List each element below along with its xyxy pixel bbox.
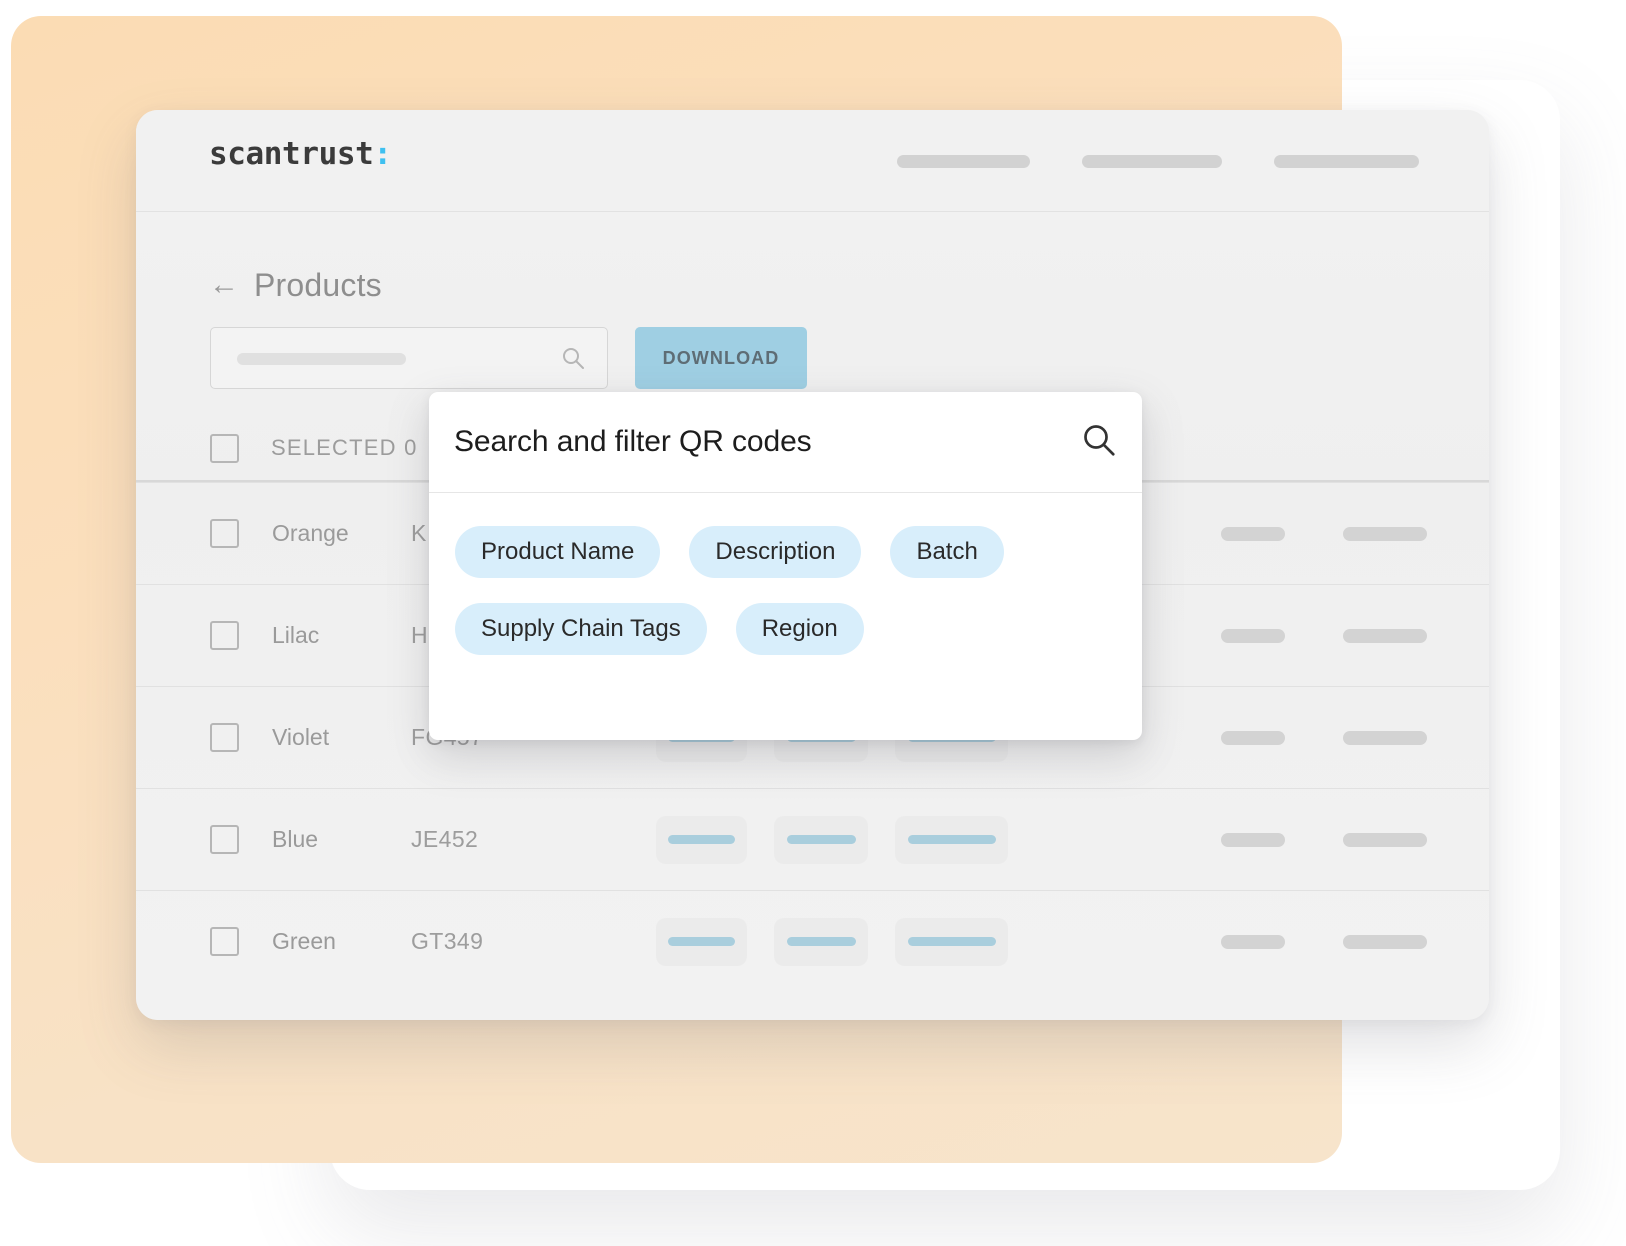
dialog-header: Search and filter QR codes — [429, 392, 1142, 493]
filter-chip-region[interactable]: Region — [735, 603, 864, 655]
download-button[interactable]: DOWNLOAD — [635, 327, 807, 389]
row-product-name: Lilac — [272, 622, 320, 648]
search-filter-dialog: Search and filter QR codes Product Name … — [429, 392, 1142, 740]
selected-label-text: SELECTED — [271, 435, 397, 460]
tag-bar — [786, 937, 856, 946]
tag-bar — [907, 937, 996, 946]
table-row[interactable]: Blue JE452 — [136, 788, 1489, 890]
arrow-left-icon[interactable]: ← — [209, 269, 239, 300]
row-product-name: Violet — [272, 724, 330, 750]
brand-colon-accent: : — [373, 136, 392, 172]
page-title: Products — [254, 267, 382, 303]
scantrust-logo[interactable]: scantrust: — [209, 136, 392, 172]
tag-pill[interactable] — [774, 815, 868, 864]
search-placeholder-bar — [237, 353, 406, 365]
row-tags — [656, 815, 1221, 864]
brand-name-text: scantrust — [209, 136, 374, 172]
meta-placeholder-2 — [1343, 730, 1427, 745]
row-meta — [1221, 526, 1427, 541]
nav-item-placeholder-2[interactable] — [1082, 155, 1222, 168]
row-product-code: JE452 — [411, 826, 479, 852]
row-meta — [1221, 730, 1427, 745]
tag-pill[interactable] — [895, 815, 1008, 864]
tag-pill[interactable] — [774, 917, 868, 966]
row-product-code: GT349 — [411, 928, 484, 954]
meta-placeholder-1 — [1221, 934, 1285, 949]
tag-pill[interactable] — [895, 917, 1008, 966]
tag-bar — [668, 835, 735, 844]
row-checkbox[interactable] — [210, 621, 239, 650]
row-product-name: Blue — [272, 826, 319, 852]
top-nav — [897, 155, 1419, 168]
selected-label: SELECTED 0 — [271, 435, 418, 461]
meta-placeholder-2 — [1343, 832, 1427, 847]
meta-placeholder-2 — [1343, 934, 1427, 949]
tag-bar — [907, 835, 996, 844]
search-input[interactable] — [210, 327, 608, 389]
meta-placeholder-1 — [1221, 730, 1285, 745]
filter-chip-batch[interactable]: Batch — [890, 526, 1004, 578]
row-checkbox[interactable] — [210, 519, 239, 548]
nav-item-placeholder-3[interactable] — [1274, 155, 1419, 168]
selected-count: 0 — [404, 435, 418, 460]
page-header: ← Products — [136, 212, 1489, 304]
row-checkbox[interactable] — [210, 825, 239, 854]
filter-chip-description[interactable]: Description — [689, 526, 862, 578]
row-product-name: Green — [272, 928, 336, 954]
meta-placeholder-2 — [1343, 628, 1427, 643]
row-meta — [1221, 832, 1427, 847]
meta-placeholder-1 — [1221, 832, 1285, 847]
row-checkbox[interactable] — [210, 723, 239, 752]
select-all-checkbox[interactable] — [210, 433, 239, 463]
row-tags — [656, 917, 1221, 966]
filter-chip-product-name[interactable]: Product Name — [455, 526, 661, 578]
row-meta — [1221, 934, 1427, 949]
tag-pill[interactable] — [656, 917, 747, 966]
app-top-bar: scantrust: — [136, 110, 1489, 212]
meta-placeholder-1 — [1221, 526, 1285, 541]
table-row[interactable]: Green GT349 — [136, 890, 1489, 992]
toolbar: DOWNLOAD — [136, 304, 1489, 389]
dialog-title: Search and filter QR codes — [454, 425, 812, 458]
row-checkbox[interactable] — [210, 927, 239, 956]
search-icon[interactable] — [1081, 422, 1117, 458]
tag-bar — [668, 937, 735, 946]
filter-chip-supply-chain-tags[interactable]: Supply Chain Tags — [455, 603, 707, 655]
search-icon — [563, 348, 584, 369]
meta-placeholder-2 — [1343, 526, 1427, 541]
row-product-name: Orange — [272, 520, 349, 546]
tag-pill[interactable] — [656, 815, 747, 864]
nav-item-placeholder-1[interactable] — [897, 155, 1030, 168]
tag-bar — [786, 835, 856, 844]
row-meta — [1221, 628, 1427, 643]
filter-chip-group: Product Name Description Batch Supply Ch… — [429, 493, 1089, 655]
meta-placeholder-1 — [1221, 628, 1285, 643]
